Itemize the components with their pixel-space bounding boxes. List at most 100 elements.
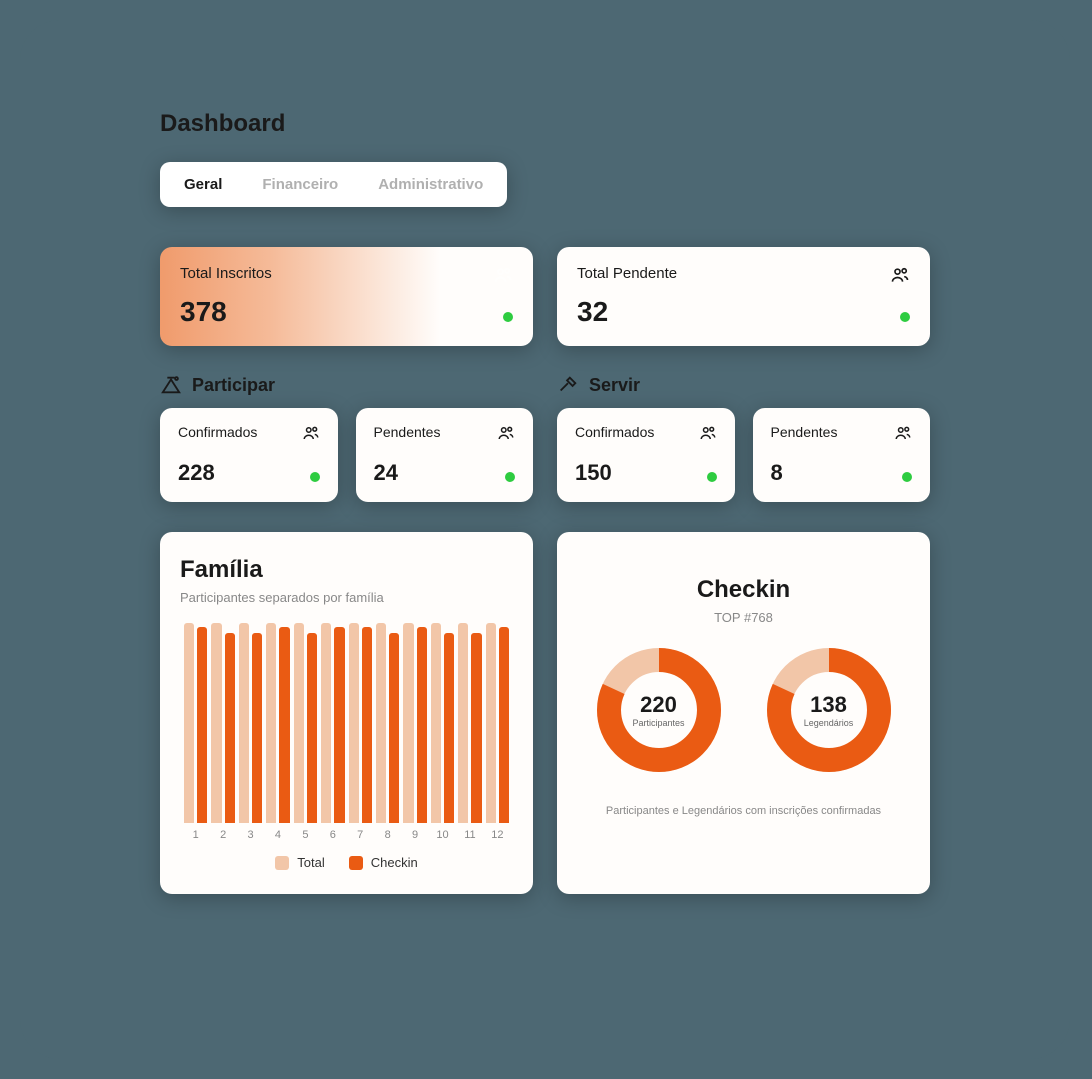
- status-dot: [902, 472, 912, 482]
- tabs: Geral Financeiro Administrativo: [160, 162, 507, 207]
- bar-checkin: [252, 633, 262, 823]
- chart-subtitle: TOP #768: [577, 610, 910, 625]
- card-label: Pendentes: [374, 424, 516, 440]
- bar-checkin: [334, 627, 344, 823]
- card-value: 378: [180, 296, 513, 328]
- bar-group: [431, 623, 454, 823]
- status-dot: [900, 312, 910, 322]
- users-icon: [493, 265, 513, 285]
- legend-label: Checkin: [371, 855, 418, 870]
- x-label: 7: [349, 829, 372, 841]
- x-label: 9: [403, 829, 426, 841]
- bar-checkin: [362, 627, 372, 823]
- status-dot: [707, 472, 717, 482]
- bar-checkin: [279, 627, 289, 823]
- x-label: 6: [321, 829, 344, 841]
- card-total-inscritos[interactable]: Total Inscritos 378: [160, 247, 533, 346]
- bar-chart-area: [180, 623, 513, 823]
- card-value: 150: [575, 460, 717, 486]
- x-label: 3: [239, 829, 262, 841]
- chart-checkin: Checkin TOP #768 220 Participantes: [557, 532, 930, 894]
- bar-checkin: [307, 633, 317, 823]
- section-title: Participar: [192, 375, 275, 396]
- bar-checkin: [471, 633, 481, 823]
- x-label: 4: [266, 829, 289, 841]
- bar-total: [376, 623, 386, 823]
- bar-group: [211, 623, 234, 823]
- card-total-pendente[interactable]: Total Pendente 32: [557, 247, 930, 346]
- tab-administrativo[interactable]: Administrativo: [370, 170, 491, 199]
- bar-group: [294, 623, 317, 823]
- card-value: 8: [771, 460, 913, 486]
- card-label: Total Inscritos: [180, 265, 513, 282]
- camping-icon: [160, 374, 182, 396]
- x-label: 5: [294, 829, 317, 841]
- donut-label: Legendários: [804, 718, 854, 728]
- card-label: Pendentes: [771, 424, 913, 440]
- bar-group: [349, 623, 372, 823]
- dashboard-frame: Dashboard Geral Financeiro Administrativ…: [20, 20, 1070, 1059]
- bar-chart-x-labels: 123456789101112: [180, 823, 513, 841]
- users-icon: [302, 424, 320, 442]
- donut-label: Participantes: [632, 718, 684, 728]
- chart-title: Família: [180, 556, 513, 584]
- bar-total: [184, 623, 194, 823]
- donuts-row: 220 Participantes 138 Legendários: [577, 645, 910, 775]
- bar-checkin: [499, 627, 509, 823]
- status-dot: [503, 312, 513, 322]
- x-label: 1: [184, 829, 207, 841]
- donut-legendarios: 138 Legendários: [764, 645, 894, 775]
- card-label: Confirmados: [575, 424, 717, 440]
- card-servir-confirmados[interactable]: Confirmados 150: [557, 408, 735, 502]
- bar-group: [321, 623, 344, 823]
- bar-checkin: [417, 627, 427, 823]
- card-value: 228: [178, 460, 320, 486]
- card-participar-pendentes[interactable]: Pendentes 24: [356, 408, 534, 502]
- card-value: 32: [577, 296, 910, 328]
- bar-checkin: [444, 633, 454, 823]
- donut-participantes: 220 Participantes: [594, 645, 724, 775]
- card-participar-confirmados[interactable]: Confirmados 228: [160, 408, 338, 502]
- section-participar-header: Participar: [160, 374, 533, 396]
- bar-group: [266, 623, 289, 823]
- swatch-total: [275, 856, 289, 870]
- donut-value: 220: [632, 692, 684, 718]
- bar-total: [266, 623, 276, 823]
- card-label: Confirmados: [178, 424, 320, 440]
- swatch-checkin: [349, 856, 363, 870]
- users-icon: [890, 265, 910, 285]
- chart-footer: Participantes e Legendários com inscriçõ…: [577, 805, 910, 817]
- bar-total: [486, 623, 496, 823]
- card-servir-pendentes[interactable]: Pendentes 8: [753, 408, 931, 502]
- bar-group: [458, 623, 481, 823]
- users-icon: [894, 424, 912, 442]
- x-label: 11: [458, 829, 481, 841]
- bar-group: [239, 623, 262, 823]
- x-label: 12: [486, 829, 509, 841]
- chart-title: Checkin: [577, 576, 910, 604]
- bar-group: [184, 623, 207, 823]
- bar-total: [294, 623, 304, 823]
- bar-total: [349, 623, 359, 823]
- tab-geral[interactable]: Geral: [176, 170, 230, 199]
- users-icon: [497, 424, 515, 442]
- bar-chart-legend: Total Checkin: [180, 855, 513, 870]
- bar-group: [403, 623, 426, 823]
- bar-total: [321, 623, 331, 823]
- status-dot: [505, 472, 515, 482]
- section-title: Servir: [589, 375, 640, 396]
- card-value: 24: [374, 460, 516, 486]
- bar-total: [211, 623, 221, 823]
- section-servir-header: Servir: [557, 374, 930, 396]
- bar-checkin: [389, 633, 399, 823]
- bar-checkin: [197, 627, 207, 823]
- bar-total: [239, 623, 249, 823]
- legend-item-checkin: Checkin: [349, 855, 418, 870]
- legend-label: Total: [297, 855, 324, 870]
- page-title: Dashboard: [160, 110, 930, 138]
- bar-total: [458, 623, 468, 823]
- tab-financeiro[interactable]: Financeiro: [254, 170, 346, 199]
- bar-total: [431, 623, 441, 823]
- chart-familia: Família Participantes separados por famí…: [160, 532, 533, 894]
- card-label: Total Pendente: [577, 265, 910, 282]
